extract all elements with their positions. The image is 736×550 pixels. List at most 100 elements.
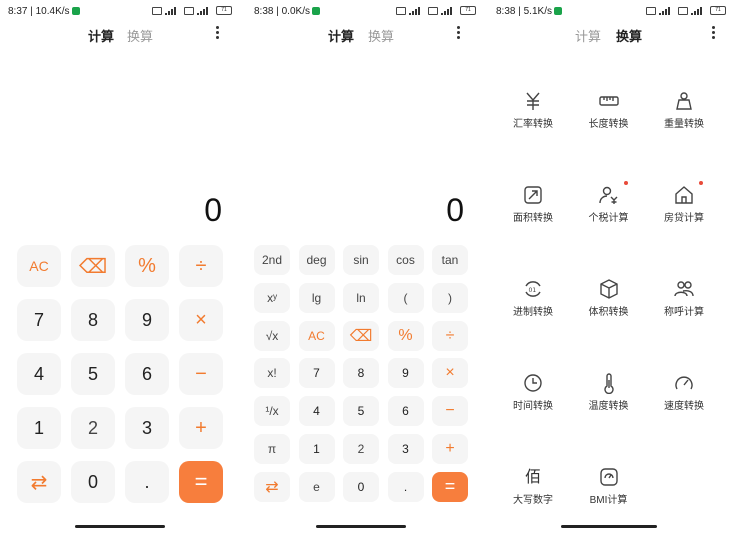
converter-item[interactable]: 温度转换 xyxy=(569,372,649,412)
converter-item[interactable]: 01 进制转换 xyxy=(493,278,573,318)
tab-calculate[interactable]: 计算 xyxy=(88,26,114,45)
tab-calculate[interactable]: 计算 xyxy=(575,26,601,45)
e-button[interactable]: e xyxy=(298,471,335,502)
tab-convert[interactable]: 换算 xyxy=(368,26,394,45)
clock-icon xyxy=(522,372,544,394)
digit-1-button[interactable]: 1 xyxy=(298,434,335,464)
converter-item[interactable]: 速度转换 xyxy=(644,372,724,412)
tab-calculate[interactable]: 计算 xyxy=(328,26,354,45)
decimal-button[interactable]: . xyxy=(125,461,169,503)
battery-icon: 71 xyxy=(460,6,476,15)
digit-0-button[interactable]: 0 xyxy=(71,461,115,503)
close-paren-button[interactable]: ) xyxy=(432,282,468,313)
backspace-button[interactable]: ⌫ xyxy=(71,245,115,287)
second-function-button[interactable]: 2nd xyxy=(254,245,290,275)
converter-item[interactable]: 个税计算 xyxy=(569,181,649,224)
decimal-button[interactable]: . xyxy=(387,471,424,502)
factorial-button[interactable]: x! xyxy=(254,358,290,389)
power-button[interactable]: xʸ xyxy=(254,282,290,313)
digit-7-button[interactable]: 7 xyxy=(298,358,335,389)
cos-button[interactable]: cos xyxy=(387,245,424,275)
divide-button[interactable]: ÷ xyxy=(432,320,468,351)
minus-button[interactable]: − xyxy=(432,396,468,427)
converter-label: 面积转换 xyxy=(513,213,553,224)
equals-button[interactable]: = xyxy=(432,471,468,502)
home-indicator[interactable] xyxy=(561,525,657,528)
digit-2-button[interactable]: 2 xyxy=(343,434,379,464)
plus-button[interactable]: + xyxy=(179,407,223,449)
converter-item[interactable]: 体积转换 xyxy=(569,278,649,318)
converter-item[interactable]: 重量转换 xyxy=(644,90,724,130)
sin-button[interactable]: sin xyxy=(343,245,379,275)
digit-5-button[interactable]: 5 xyxy=(71,353,115,395)
ruler-icon xyxy=(598,90,620,112)
divide-button[interactable]: ÷ xyxy=(179,245,223,287)
digit-1-button[interactable]: 1 xyxy=(17,407,61,449)
digit-6-button[interactable]: 6 xyxy=(125,353,169,395)
hd-icon xyxy=(184,6,194,15)
digit-4-button[interactable]: 4 xyxy=(298,396,335,427)
tan-button[interactable]: tan xyxy=(432,245,468,275)
hd-icon xyxy=(678,6,688,15)
converter-item[interactable]: 佰大写数字 xyxy=(493,466,573,506)
hd-icon xyxy=(152,6,162,15)
signal-icon xyxy=(409,6,425,15)
hd-icon xyxy=(396,6,406,15)
more-menu-icon[interactable] xyxy=(708,26,718,41)
log-button[interactable]: lg xyxy=(298,282,335,313)
open-paren-button[interactable]: ( xyxy=(387,282,424,313)
result-display: 0 xyxy=(446,192,464,228)
cube-icon xyxy=(598,278,620,300)
more-menu-icon[interactable] xyxy=(453,26,463,41)
battery-icon: 71 xyxy=(216,6,232,15)
pi-button[interactable]: π xyxy=(254,434,290,464)
converter-item[interactable]: 汇率转换 xyxy=(493,90,573,130)
switch-mode-button[interactable]: ⇄ xyxy=(254,471,290,502)
hd-icon xyxy=(646,6,656,15)
converter-item[interactable]: BMI计算 xyxy=(569,466,649,506)
plus-button[interactable]: + xyxy=(432,434,468,464)
area-icon xyxy=(522,184,544,206)
more-menu-icon[interactable] xyxy=(212,26,222,41)
home-indicator[interactable] xyxy=(316,525,406,528)
people-icon xyxy=(673,278,695,300)
weight-icon xyxy=(673,90,695,112)
digit-3-button[interactable]: 3 xyxy=(387,434,424,464)
digit-0-button[interactable]: 0 xyxy=(343,471,379,502)
percent-button[interactable]: % xyxy=(387,320,424,351)
digit-3-button[interactable]: 3 xyxy=(125,407,169,449)
digit-7-button[interactable]: 7 xyxy=(17,299,61,341)
clear-button[interactable]: AC xyxy=(17,245,61,287)
basic-calculator-screen: 8:37 | 10.4K/s 71 计算 换算 0 AC ⌫% ÷ 7 8 9 × 4 5 6− 1… xyxy=(0,0,242,550)
digit-4-button[interactable]: 4 xyxy=(17,353,61,395)
digit-8-button[interactable]: 8 xyxy=(343,358,379,389)
multiply-button[interactable]: × xyxy=(432,358,468,389)
converter-item[interactable]: 长度转换 xyxy=(569,90,649,130)
digit-9-button[interactable]: 9 xyxy=(387,358,424,389)
minus-button[interactable]: − xyxy=(179,353,223,395)
digit-2-button[interactable]: 2 xyxy=(71,407,115,449)
converter-item[interactable]: 面积转换 xyxy=(493,184,573,224)
tab-convert[interactable]: 换算 xyxy=(127,26,153,45)
digit-5-button[interactable]: 5 xyxy=(343,396,379,427)
digit-6-button[interactable]: 6 xyxy=(387,396,424,427)
clear-button[interactable]: AC xyxy=(298,320,335,351)
equals-button[interactable]: = xyxy=(179,461,223,503)
converter-item[interactable]: 称呼计算 xyxy=(644,278,724,318)
sqrt-button[interactable]: √x xyxy=(254,320,290,351)
converter-item[interactable]: 时间转换 xyxy=(493,372,573,412)
tab-convert[interactable]: 换算 xyxy=(616,26,642,45)
ln-button[interactable]: ln xyxy=(343,282,379,313)
digit-9-button[interactable]: 9 xyxy=(125,299,169,341)
backspace-button[interactable]: ⌫ xyxy=(343,320,379,351)
switch-mode-button[interactable]: ⇄ xyxy=(17,461,61,503)
reciprocal-button[interactable]: ¹/x xyxy=(254,396,290,427)
digit-8-button[interactable]: 8 xyxy=(71,299,115,341)
converter-label: 称呼计算 xyxy=(664,307,704,318)
multiply-button[interactable]: × xyxy=(179,299,223,341)
degree-button[interactable]: deg xyxy=(298,245,335,275)
home-indicator[interactable] xyxy=(75,525,165,528)
converter-label: 房贷计算 xyxy=(664,213,704,224)
converter-item[interactable]: 房贷计算 xyxy=(644,181,724,224)
percent-button[interactable]: % xyxy=(125,245,169,287)
